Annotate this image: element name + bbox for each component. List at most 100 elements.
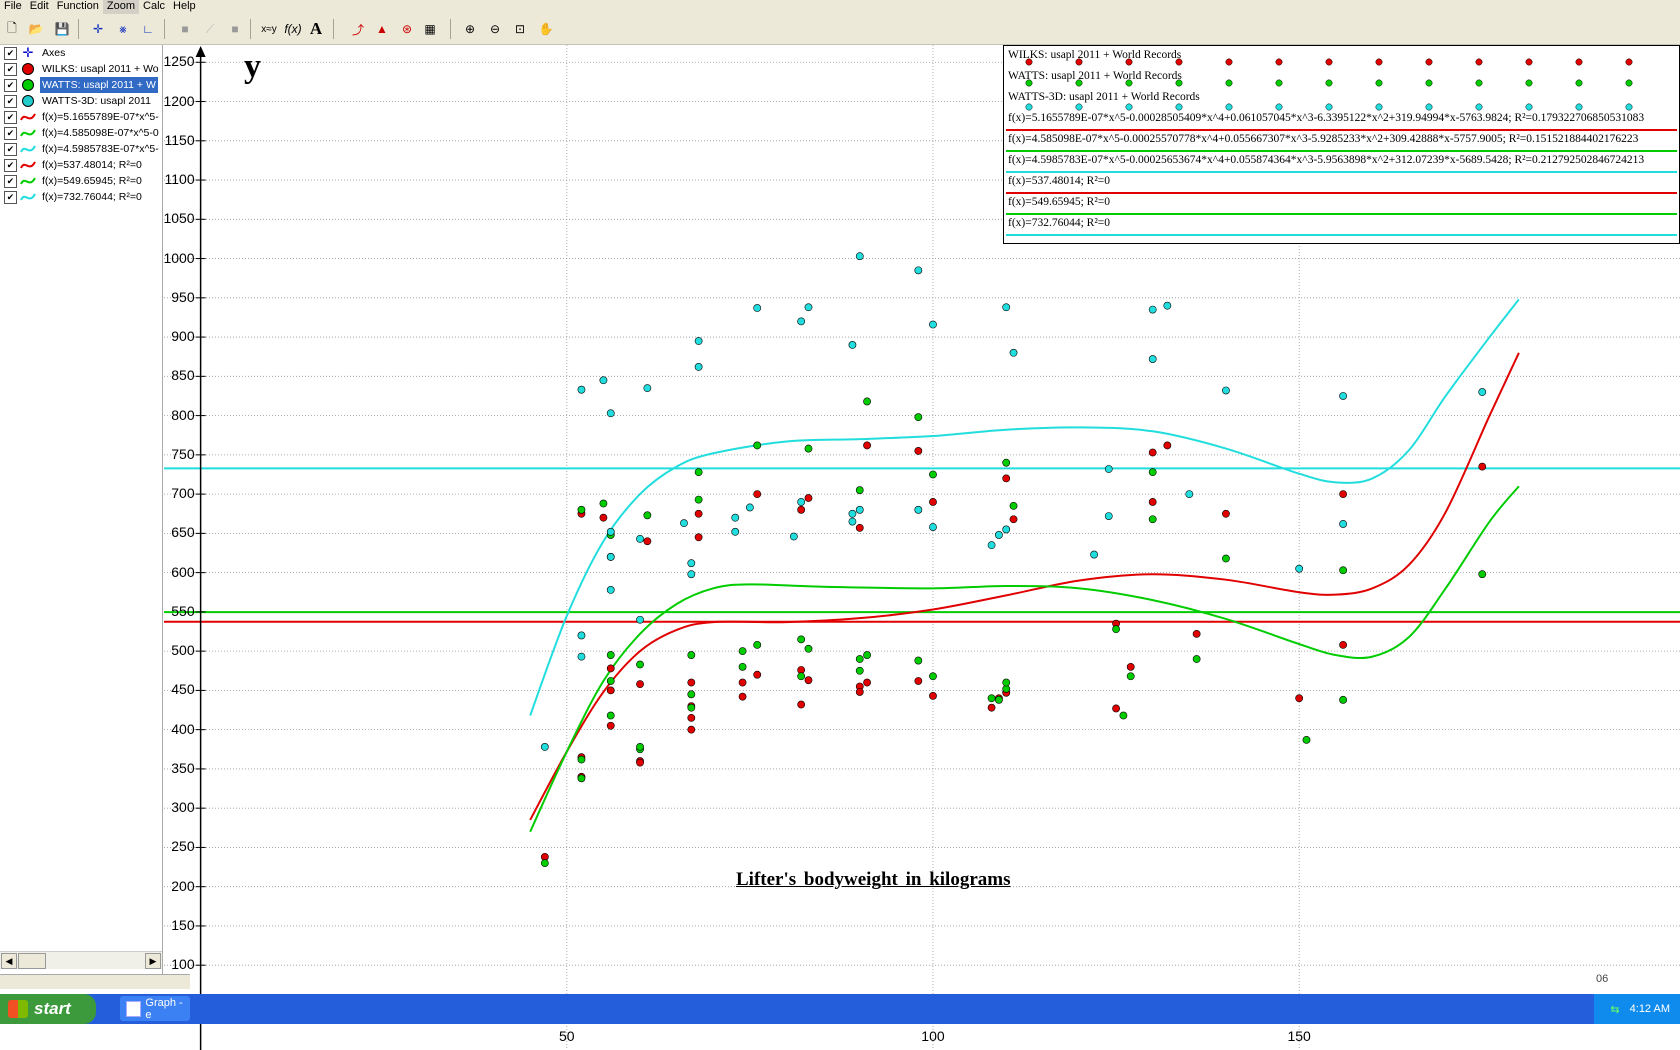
data-point[interactable] [687,570,696,579]
data-point[interactable] [1148,355,1157,363]
data-point[interactable] [929,672,937,681]
data-point[interactable] [540,859,549,868]
data-point[interactable] [1339,520,1348,528]
data-point[interactable] [636,615,644,624]
data-point[interactable] [1002,474,1011,483]
data-point[interactable] [1126,672,1135,681]
data-point[interactable] [753,490,762,499]
tangent-tool-icon[interactable]: ⤴ [348,19,368,39]
data-point[interactable] [694,495,703,504]
data-point[interactable] [1478,462,1487,471]
menu-zoom[interactable]: Zoom [102,0,140,14]
data-point[interactable] [797,317,806,326]
data-point[interactable] [914,677,923,685]
data-point[interactable] [929,691,937,700]
polynomial-trendline[interactable] [529,298,1520,716]
data-point[interactable] [753,441,762,450]
data-point[interactable] [929,523,937,531]
xy-tool-icon[interactable]: x≈y [259,19,279,39]
data-point[interactable] [1339,640,1348,649]
data-point[interactable] [1148,515,1157,524]
data-point[interactable] [731,513,740,522]
data-point[interactable] [863,441,871,450]
menu-file[interactable]: File [0,0,26,14]
data-point[interactable] [855,486,864,495]
data-point[interactable] [1478,570,1487,579]
data-point[interactable] [636,758,644,767]
menu-help[interactable]: Help [169,0,200,14]
data-point[interactable] [606,721,615,730]
move-hand-icon[interactable]: ✋ [536,19,556,39]
data-point[interactable] [863,397,871,406]
data-point[interactable] [753,640,762,649]
data-point[interactable] [1192,655,1201,663]
visibility-checkbox[interactable]: ✔ [4,126,17,140]
data-point[interactable] [863,651,871,659]
data-point[interactable] [789,532,798,541]
data-point[interactable] [929,320,937,329]
data-point[interactable] [914,447,923,455]
data-point[interactable] [1339,566,1348,575]
data-point[interactable] [606,677,615,685]
data-point[interactable] [577,774,586,783]
legend-entry[interactable]: f(x)=537.48014; R²=0 [1008,175,1110,187]
data-point[interactable] [804,494,813,502]
visibility-checkbox[interactable]: ✔ [4,78,17,92]
data-point[interactable] [643,384,652,393]
data-point[interactable] [694,363,703,371]
data-point[interactable] [1104,465,1113,473]
insert-shading-icon[interactable]: ■ [175,19,195,39]
data-point[interactable] [1222,509,1230,518]
data-point[interactable] [1478,388,1487,396]
axes-tool-icon[interactable]: ✛ [88,19,108,39]
data-point[interactable] [540,743,549,751]
data-point[interactable] [855,505,864,514]
data-point[interactable] [1222,554,1230,563]
data-point[interactable] [753,304,762,312]
data-point[interactable] [994,531,1003,539]
data-point[interactable] [848,509,857,518]
data-point[interactable] [1148,305,1157,314]
data-point[interactable] [855,655,864,663]
legend-entry[interactable]: WATTS-3D: usapl 2011 + World Records [1008,91,1200,103]
legend-entry[interactable]: f(x)=549.65945; R²=0 [1008,196,1110,208]
function-list-item[interactable]: ✔ WATTS: usapl 2011 + W [0,77,162,93]
polynomial-trendline[interactable] [529,485,1520,833]
data-point[interactable] [606,686,615,695]
save-file-icon[interactable]: 💾 [52,19,72,39]
data-point[interactable] [797,672,806,681]
menu-function[interactable]: Function [53,0,103,14]
data-point[interactable] [1339,695,1348,704]
data-point[interactable] [1090,550,1099,559]
data-point[interactable] [1002,458,1011,467]
data-point[interactable] [848,341,857,349]
fx-tool-icon[interactable]: f(x) [283,19,303,39]
data-point[interactable] [994,695,1003,704]
insert-point-series-tool-icon[interactable]: ∟ [138,19,158,39]
scroll-thumb[interactable] [18,953,46,969]
visibility-checkbox[interactable]: ✔ [4,158,17,172]
zoom-window-icon[interactable]: ⊡ [510,19,530,39]
data-point[interactable] [577,631,586,640]
legend-entry[interactable]: f(x)=5.1655789E-07*x^5-0.00028505409*x^4… [1008,112,1644,124]
data-point[interactable] [1163,301,1172,310]
data-point[interactable] [636,680,644,689]
legend-entry[interactable]: WILKS: usapl 2011 + World Records [1008,49,1181,61]
visibility-checkbox[interactable]: ✔ [4,46,17,60]
data-point[interactable] [738,692,747,701]
data-point[interactable] [606,585,615,594]
data-point[interactable] [987,541,996,550]
data-point[interactable] [914,656,923,665]
table-tool-icon[interactable]: ▦ [420,19,440,39]
data-point[interactable] [636,743,644,751]
data-point[interactable] [804,303,813,312]
function-list-item[interactable]: ✔ ✛ Axes [0,45,162,61]
graph-legend[interactable]: WILKS: usapl 2011 + World Records WATTS: … [1003,45,1680,244]
data-point[interactable] [643,537,652,546]
data-point[interactable] [1002,678,1011,687]
data-point[interactable] [738,662,747,671]
data-point[interactable] [863,678,871,687]
insert-trendline-icon[interactable]: ⟋ [200,19,220,39]
scroll-right-arrow[interactable]: ▶ [145,953,161,969]
visibility-checkbox[interactable]: ✔ [4,94,17,108]
